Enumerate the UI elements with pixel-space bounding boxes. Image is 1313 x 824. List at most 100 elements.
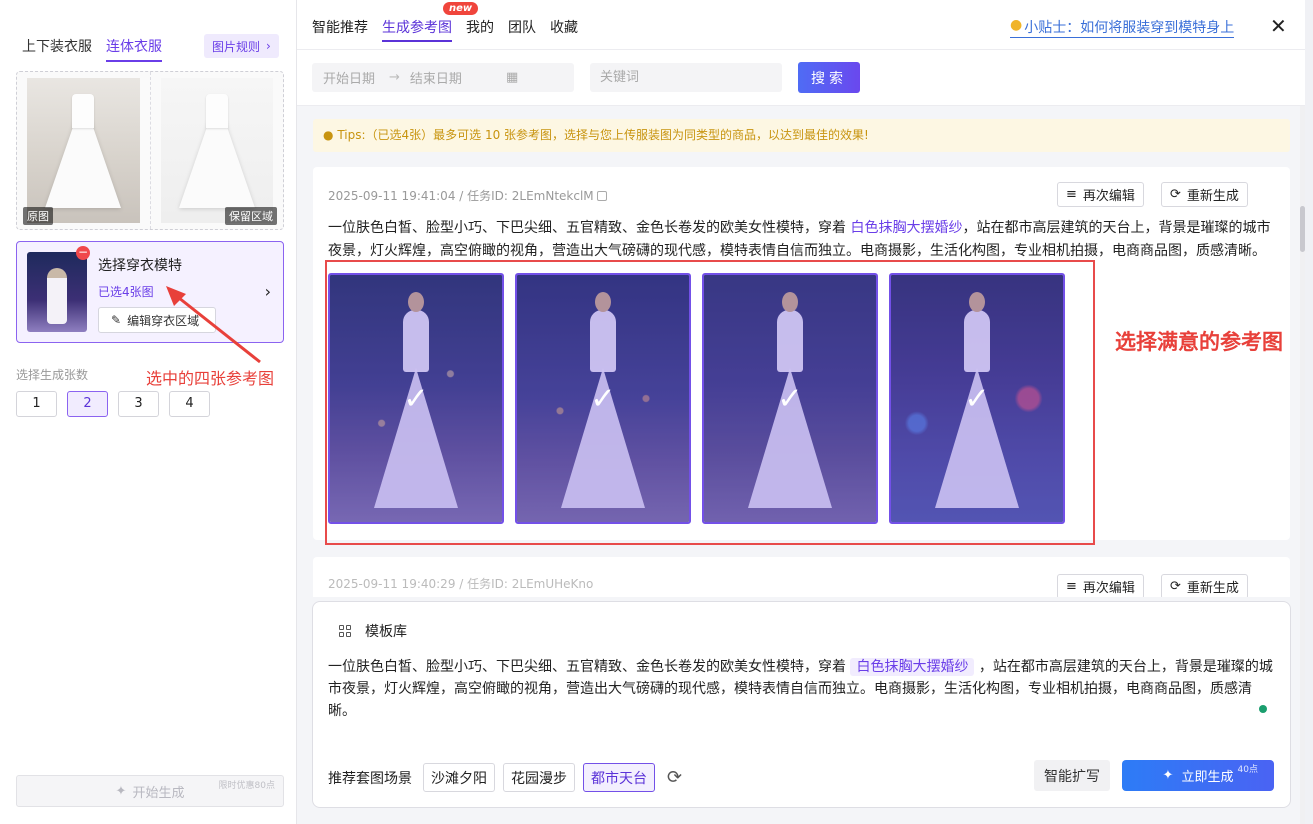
tab-generate-reference[interactable]: 生成参考图 new [382,2,479,42]
filter-bar: 开始日期 → 结束日期 ▦ 搜索 [297,50,1305,106]
task-meta-text: 2025-09-11 19:41:04 / 任务ID: 2LEmNtekclM [328,189,594,203]
pencil-icon: ✎ [111,313,122,327]
tab-team[interactable]: 团队 [508,17,536,42]
check-icon: ✓ [403,381,429,416]
garment-upload-area[interactable]: 原图 保留区域 [16,71,284,230]
image-rules-button[interactable]: 图片规则 › [204,34,279,58]
dress-top-shape [72,94,95,128]
re-edit-button[interactable]: ≡ 再次编辑 [1057,182,1144,207]
grid-icon [339,625,351,637]
prompt-composer: 模板库 一位肤色白皙、脸型小巧、下巴尖细、五官精致、金色长卷发的欧美女性模特，穿… [312,601,1291,808]
lightbulb-icon: ● [323,128,334,142]
regenerate-button[interactable]: ⟳ 重新生成 [1161,182,1248,207]
scene-label: 推荐套图场景 [328,770,412,787]
model-card-title: 选择穿衣模特 [98,258,182,274]
generated-image-1[interactable]: ✓ [328,273,504,524]
sliders-icon: ≡ [1066,579,1077,594]
generate-cost-badge: 40点 [1237,765,1258,775]
check-icon: ✓ [964,381,990,416]
scene-beach-sunset[interactable]: 沙滩夕阳 [423,763,495,792]
tab-one-piece[interactable]: 连体衣服 [106,36,162,62]
close-icon[interactable]: ✕ [1270,14,1287,38]
tab-generate-reference-label: 生成参考图 [382,20,452,36]
template-library-label: 模板库 [365,624,407,640]
template-library-button[interactable]: 模板库 [339,621,407,641]
model-thumbnail [27,252,87,332]
keep-region-tag: 保留区域 [225,207,277,225]
garment-chip[interactable]: 白色抹胸大摆婚纱 [850,658,975,676]
prompt-textarea[interactable]: 一位肤色白皙、脸型小巧、下巴尖细、五官精致、金色长卷发的欧美女性模特，穿着 白色… [328,656,1276,722]
smart-expand-button[interactable]: 智能扩写 [1034,760,1110,791]
re-edit-label-2: 再次编辑 [1082,581,1135,596]
task-meta-2: 2025-09-11 19:40:29 / 任务ID: 2LEmUHeKno [328,577,594,591]
tab-top-bottom[interactable]: 上下装衣服 [22,36,92,62]
search-button[interactable]: 搜索 [798,62,860,93]
generated-images: ✓ ✓ ✓ ✓ [328,273,1065,524]
keep-region-photo [160,78,273,223]
tip-link-label: 小贴士：如何将服装穿到模特身上 [1024,20,1235,36]
tips-text: Tips:（已选4张）最多可选 10 张参考图，选择与您上传服装图为同类型的商品… [337,128,869,142]
magic-wand-icon: ✦ [1162,768,1174,783]
tab-smart-recommend[interactable]: 智能推荐 [312,17,368,42]
task-prompt: 一位肤色白皙、脸型小巧、下巴尖细、五官精致、金色长卷发的欧美女性模特，穿着 白色… [328,217,1273,263]
annotation-select-reference: 选择满意的参考图 [1115,330,1283,354]
re-edit-label: 再次编辑 [1082,189,1135,204]
new-badge: new [443,2,479,15]
original-photo [27,78,140,223]
refresh-scenes-icon[interactable]: ⟳ [667,767,682,788]
re-edit-button-2[interactable]: ≡ 再次编辑 [1057,574,1144,597]
generate-now-label: 立即生成 [1181,770,1234,785]
count-option-2[interactable]: 2 [67,391,108,417]
annotation-selected-four: 选中的四张参考图 [146,369,275,388]
scene-city-rooftop[interactable]: 都市天台 [583,763,655,792]
generated-image-3[interactable]: ✓ [702,273,878,524]
arrow-right-icon: → [389,70,400,85]
tab-favorites[interactable]: 收藏 [550,17,578,42]
scene-garden-walk[interactable]: 花园漫步 [503,763,575,792]
sliders-icon: ≡ [1066,187,1077,202]
count-option-1[interactable]: 1 [16,391,57,417]
generated-image-2[interactable]: ✓ [515,273,691,524]
chevron-right-icon: › [266,39,271,53]
check-icon: ✓ [590,381,616,416]
original-tag: 原图 [23,207,53,225]
generated-image-4[interactable]: ✓ [889,273,1065,524]
composer-text-part-1: 一位肤色白皙、脸型小巧、下巴尖细、五官精致、金色长卷发的欧美女性模特，穿着 [328,659,851,675]
scrollbar-thumb[interactable] [1300,206,1305,252]
main-panel: 智能推荐 生成参考图 new 我的 团队 收藏 ● 小贴士：如何将服装穿到模特身… [297,0,1305,824]
remove-model-icon[interactable]: − [76,246,90,260]
date-range-picker[interactable]: 开始日期 → 结束日期 ▦ [312,63,574,92]
count-option-4[interactable]: 4 [169,391,210,417]
tip-link[interactable]: ● 小贴士：如何将服装穿到模特身上 [1010,17,1235,38]
left-panel: 上下装衣服 连体衣服 图片规则 › 原图 保留区域 − 选择穿衣模特 已选4张图… [0,0,297,824]
gen-count-options: 1 2 3 4 [16,391,210,417]
end-date-placeholder: 结束日期 [409,72,462,87]
calendar-icon: ▦ [505,70,519,85]
garment-type-tabs: 上下装衣服 连体衣服 [22,36,162,62]
tips-bar: ● Tips:（已选4张）最多可选 10 张参考图，选择与您上传服装图为同类型的… [313,119,1290,152]
refresh-icon: ⟳ [1170,187,1181,202]
start-generate-button[interactable]: ✦ 开始生成 限时优惠80点 [16,775,284,807]
count-option-3[interactable]: 3 [118,391,159,417]
magic-wand-icon: ✦ [115,783,127,799]
task-meta: 2025-09-11 19:41:04 / 任务ID: 2LEmNtekclM [328,187,607,204]
lightbulb-icon: ● [1010,17,1023,33]
regenerate-label-2: 重新生成 [1186,581,1239,596]
generate-now-button[interactable]: ✦ 立即生成 40点 [1122,760,1274,791]
keyword-input[interactable] [590,63,782,92]
keep-region-image[interactable]: 保留区域 [151,72,284,229]
top-nav: 智能推荐 生成参考图 new 我的 团队 收藏 ● 小贴士：如何将服装穿到模特身… [297,0,1305,50]
refresh-icon: ⟳ [1170,579,1181,594]
prompt-part-1: 一位肤色白皙、脸型小巧、下巴尖细、五官精致、金色长卷发的欧美女性模特，穿着 [328,220,851,236]
annotation-arrow [166,286,261,364]
promo-badge: 限时优惠80点 [218,781,275,791]
copy-icon[interactable] [596,191,607,201]
task-card-2: 2025-09-11 19:40:29 / 任务ID: 2LEmUHeKno ≡… [313,557,1290,597]
dress-top-shape [205,94,228,128]
check-icon: ✓ [777,381,803,416]
regenerate-button-2[interactable]: ⟳ 重新生成 [1161,574,1248,597]
start-date-placeholder: 开始日期 [323,72,376,87]
tab-mine[interactable]: 我的 [466,17,494,42]
main-tabs: 智能推荐 生成参考图 new 我的 团队 收藏 [312,2,578,42]
original-image[interactable]: 原图 [17,72,151,229]
